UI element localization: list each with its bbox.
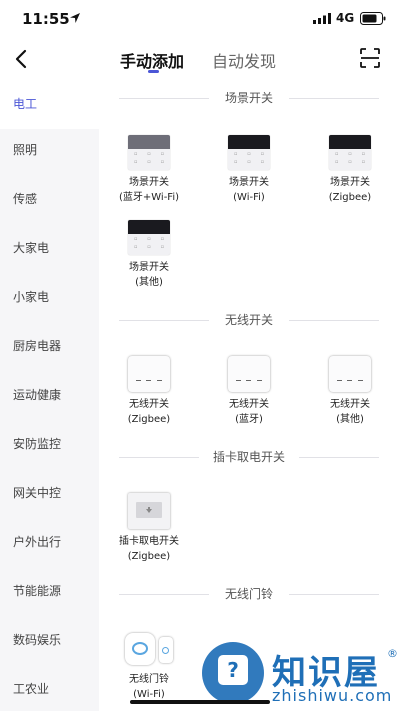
section-header: 无线门铃 (119, 584, 379, 604)
device-card[interactable]: 插卡取电开关 (Zigbee) (104, 493, 194, 564)
tab-manual-add[interactable]: 手动添加 (120, 48, 184, 72)
device-card[interactable]: 无线开关 (Zigbee) (104, 356, 194, 427)
device-card[interactable]: 无线门铃 (Wi-Fi) (104, 633, 194, 702)
sidebar-item-electrician[interactable]: 电工 (0, 80, 99, 129)
wireless-switch-icon (228, 356, 270, 392)
home-indicator (130, 700, 270, 704)
section-title: 无线开关 (216, 313, 281, 327)
tab-auto-discover[interactable]: 自动发现 (212, 48, 276, 72)
sidebar-item-digital[interactable]: 数码娱乐 (0, 616, 99, 665)
sidebar-item-lighting[interactable]: 照明 (0, 126, 99, 175)
sidebar-item-sensor[interactable]: 传感 (0, 175, 99, 224)
status-time: 11:55 (22, 10, 70, 28)
section-header: 场景开关 (119, 88, 379, 108)
scene-switch-icon: ▫ ▫ ▫ ▫ ▫ ▫ (128, 220, 170, 255)
status-bar: 11:55 4G (0, 0, 400, 40)
doorbell-icon (125, 633, 173, 667)
sidebar-item-small-appliance[interactable]: 小家电 (0, 273, 99, 322)
device-card[interactable]: 无线开关 (蓝牙) (204, 356, 294, 427)
section-header: 插卡取电开关 (119, 447, 379, 467)
device-card[interactable]: ▫ ▫ ▫ ▫ ▫ ▫ 场景开关 (Wi-Fi) (204, 135, 294, 205)
registered-mark: ® (387, 647, 398, 660)
section-header: 无线开关 (119, 310, 379, 330)
device-card[interactable]: ▫ ▫ ▫ ▫ ▫ ▫ 场景开关 (蓝牙+Wi-Fi) (104, 135, 194, 205)
device-name: 场景开关 (129, 262, 169, 273)
device-protocol: (其他) (336, 414, 364, 425)
sidebar-item-large-appliance[interactable]: 大家电 (0, 224, 99, 273)
nav-bar: 手动添加 自动发现 (0, 40, 400, 80)
wireless-switch-icon (329, 356, 371, 392)
question-icon: ? (218, 655, 248, 685)
device-card[interactable]: ▫ ▫ ▫ ▫ ▫ ▫ 场景开关 (其他) (104, 220, 194, 290)
signal-icon (313, 13, 331, 24)
wireless-switch-icon (128, 356, 170, 392)
device-protocol: (Wi-Fi) (133, 689, 165, 700)
sidebar-item-sports-health[interactable]: 运动健康 (0, 371, 99, 420)
device-name: 插卡取电开关 (119, 536, 179, 547)
device-name: 无线开关 (330, 399, 370, 410)
device-name: 无线开关 (229, 399, 269, 410)
device-name: 场景开关 (330, 177, 370, 188)
device-protocol: (其他) (135, 277, 163, 288)
device-protocol: (Wi-Fi) (233, 192, 265, 203)
device-protocol: (蓝牙) (235, 414, 263, 425)
device-card[interactable]: ▫ ▫ ▫ ▫ ▫ ▫ 场景开关 (Zigbee) (305, 135, 395, 205)
category-sidebar: 电工 照明 传感 大家电 小家电 厨房电器 运动健康 安防监控 网关中控 户外出… (0, 80, 99, 711)
sidebar-item-gateway[interactable]: 网关中控 (0, 469, 99, 518)
sidebar-item-kitchen[interactable]: 厨房电器 (0, 322, 99, 371)
device-name: 场景开关 (129, 177, 169, 188)
sidebar-item-security[interactable]: 安防监控 (0, 420, 99, 469)
section-title: 场景开关 (216, 91, 281, 105)
location-arrow-icon (70, 13, 80, 23)
device-name: 场景开关 (229, 177, 269, 188)
battery-icon (360, 12, 386, 25)
device-protocol: (Zigbee) (127, 551, 171, 562)
active-tab-indicator (148, 70, 159, 73)
device-name: 无线开关 (129, 399, 169, 410)
device-protocol: (Zigbee) (127, 414, 171, 425)
scan-icon[interactable] (358, 46, 382, 70)
scene-switch-icon: ▫ ▫ ▫ ▫ ▫ ▫ (128, 135, 170, 170)
device-protocol: (Zigbee) (328, 192, 372, 203)
sidebar-item-energy[interactable]: 节能能源 (0, 567, 99, 616)
device-protocol: (蓝牙+Wi-Fi) (118, 192, 180, 203)
scene-switch-icon: ▫ ▫ ▫ ▫ ▫ ▫ (228, 135, 270, 170)
watermark-url: zhishiwu.com (272, 686, 393, 705)
back-arrow-icon[interactable] (10, 46, 34, 72)
scene-switch-icon: ▫ ▫ ▫ ▫ ▫ ▫ (329, 135, 371, 170)
card-switch-icon (128, 493, 170, 529)
network-type: 4G (336, 11, 355, 25)
sidebar-item-industry[interactable]: 工农业 (0, 665, 99, 711)
device-card[interactable]: 无线开关 (其他) (305, 356, 395, 427)
section-title: 插卡取电开关 (204, 450, 293, 464)
device-name: 无线门铃 (129, 674, 169, 685)
device-list: 场景开关 ▫ ▫ ▫ ▫ ▫ ▫ 场景开关 (蓝牙+Wi-Fi) ▫ ▫ ▫ ▫ ▫ ▫ 场景开关 (W… (99, 80, 400, 711)
sidebar-item-outdoor[interactable]: 户外出行 (0, 518, 99, 567)
section-title: 无线门铃 (216, 587, 281, 601)
